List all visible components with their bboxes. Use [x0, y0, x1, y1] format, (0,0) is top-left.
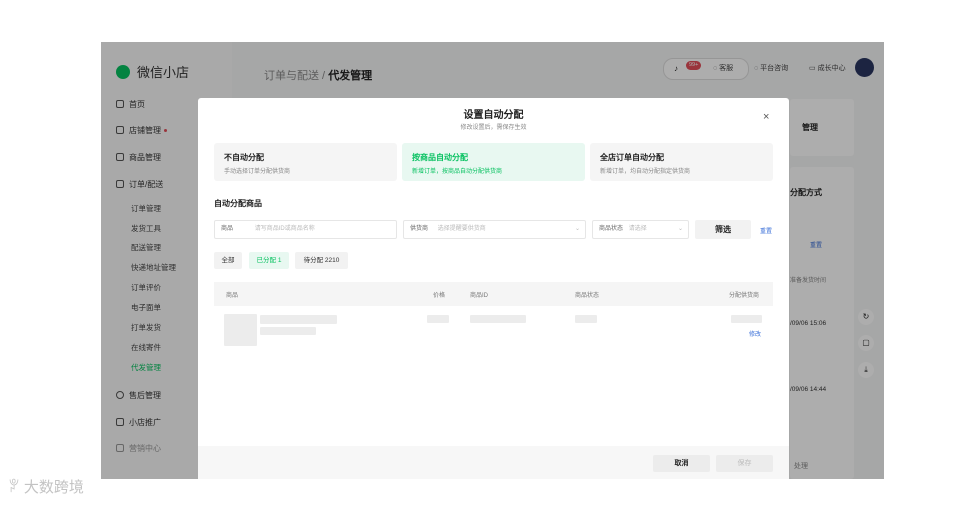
option-title: 不自动分配 [224, 153, 264, 162]
status-select[interactable]: 商品状态 请选择 ⌄ [592, 220, 689, 239]
watermark-text: 大数跨境 [23, 479, 84, 496]
dialog-subtitle: 修改设置后，需保存生效 [460, 125, 527, 131]
option-title: 按商品自动分配 [412, 153, 468, 162]
dialog-title: 设置自动分配 [463, 110, 524, 121]
chevron-down-icon: ⌄ [574, 226, 580, 232]
skeleton-line [260, 315, 337, 324]
option-no-auto[interactable]: 不自动分配 手动选择订单分配供货商 [214, 143, 397, 181]
field-label: 商品 [221, 226, 234, 232]
option-title: 全店订单自动分配 [600, 153, 664, 162]
section-title: 自动分配商品 [214, 199, 262, 208]
skeleton-line [731, 315, 762, 323]
tab-unassigned[interactable]: 待分配 2210 [295, 252, 348, 269]
tab-assigned[interactable]: 已分配 1 [249, 252, 289, 269]
field-placeholder: 选择提醒要供货商 [437, 226, 486, 232]
field-placeholder: 请写商品ID或商品名称 [254, 226, 315, 232]
col-product: 商品 [226, 293, 239, 299]
watermark-logo-icon: ꐕ [8, 479, 20, 496]
reset-link[interactable]: 重置 [760, 226, 772, 235]
product-thumbnail [224, 314, 257, 346]
option-all-orders[interactable]: 全店订单自动分配 新增订单，均自动分配指定供货商 [590, 143, 773, 181]
field-placeholder: 请选择 [628, 226, 647, 232]
skeleton-line [427, 315, 449, 323]
tab-all[interactable]: 全部 [214, 252, 242, 269]
col-product-id: 商品ID [470, 293, 489, 299]
table-header: 商品 价格 商品ID 商品状态 分配供货商 [214, 282, 773, 306]
col-status: 商品状态 [575, 293, 600, 299]
field-label: 供货商 [410, 226, 429, 232]
option-by-product[interactable]: 按商品自动分配 新增订单，按商品自动分配供货商 [402, 143, 585, 181]
skeleton-line [575, 315, 597, 323]
auto-assign-dialog: 设置自动分配 修改设置后，需保存生效 × 不自动分配 手动选择订单分配供货商 按… [198, 98, 789, 479]
col-supplier: 分配供货商 [729, 293, 760, 299]
skeleton-line [260, 327, 316, 335]
option-desc: 新增订单，均自动分配指定供货商 [600, 169, 691, 175]
save-button[interactable]: 保存 [716, 455, 773, 472]
skeleton-line [470, 315, 526, 323]
col-price: 价格 [433, 293, 446, 299]
option-desc: 新增订单，按商品自动分配供货商 [412, 169, 503, 175]
field-label: 商品状态 [599, 226, 624, 232]
edit-link[interactable]: 修改 [749, 329, 761, 338]
watermark: ꐕ 大数跨境 [8, 476, 84, 497]
filter-button[interactable]: 筛选 [695, 220, 751, 239]
cancel-button[interactable]: 取消 [653, 455, 710, 472]
dialog-footer: 取消 保存 [198, 446, 789, 479]
product-search-input[interactable]: 商品 请写商品ID或商品名称 [214, 220, 397, 239]
supplier-select[interactable]: 供货商 选择提醒要供货商 ⌄ [403, 220, 586, 239]
table-row[interactable]: 修改 [214, 310, 773, 350]
option-desc: 手动选择订单分配供货商 [224, 169, 291, 175]
chevron-down-icon: ⌄ [677, 226, 683, 232]
close-icon[interactable]: × [763, 111, 769, 123]
